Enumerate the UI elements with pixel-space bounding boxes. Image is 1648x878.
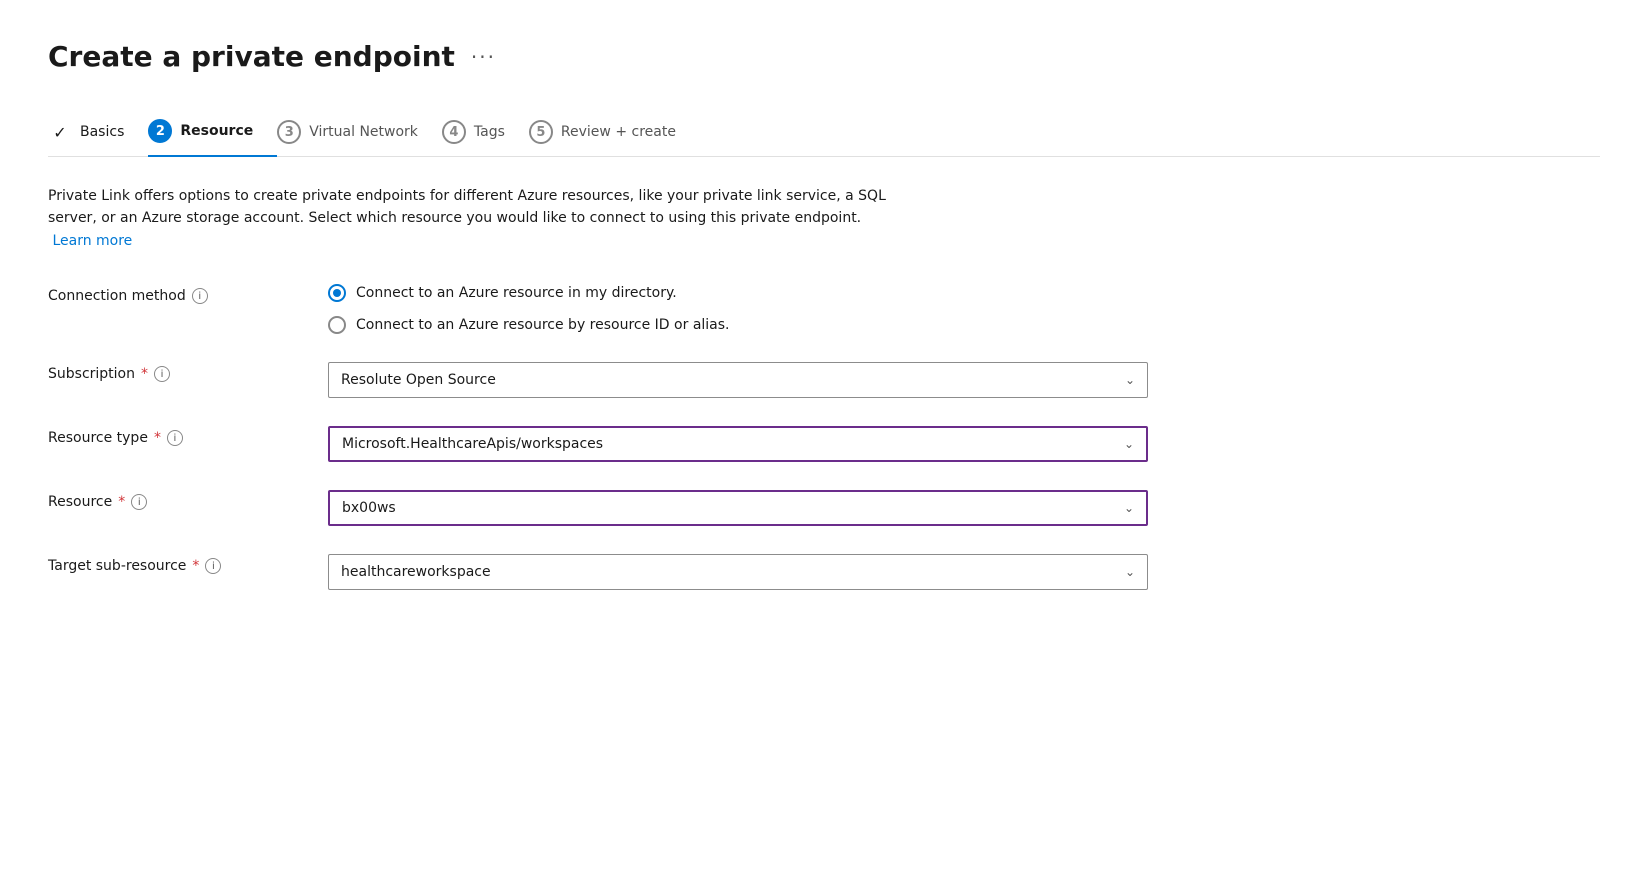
subscription-label: Subscription — [48, 366, 135, 382]
step-label-resource: Resource — [180, 123, 253, 139]
resource-type-chevron-icon: ⌄ — [1124, 437, 1134, 451]
step-badge-review-create: 5 — [529, 120, 553, 144]
step-label-basics: Basics — [80, 124, 124, 140]
radio-option-directory[interactable]: Connect to an Azure resource in my direc… — [328, 284, 1148, 302]
step-label-virtual-network: Virtual Network — [309, 124, 418, 140]
radio-option-resource-id[interactable]: Connect to an Azure resource by resource… — [328, 316, 1148, 334]
target-sub-resource-info-icon[interactable]: i — [205, 558, 221, 574]
learn-more-link[interactable]: Learn more — [52, 233, 132, 249]
subscription-chevron-icon: ⌄ — [1125, 373, 1135, 387]
target-sub-resource-row: Target sub-resource * i healthcareworksp… — [48, 554, 1148, 590]
steps-navigation: ✓ Basics 2 Resource 3 Virtual Network 4 … — [48, 109, 1600, 157]
connection-method-label-col: Connection method i — [48, 284, 328, 304]
step-tags[interactable]: 4 Tags — [442, 110, 529, 156]
resource-type-row: Resource type * i Microsoft.HealthcareAp… — [48, 426, 1148, 462]
page-title-row: Create a private endpoint ··· — [48, 40, 1600, 73]
subscription-info-icon[interactable]: i — [154, 366, 170, 382]
radio-dot-directory — [333, 289, 341, 297]
target-sub-resource-select[interactable]: healthcareworkspace ⌄ — [328, 554, 1148, 590]
resource-form: Connection method i Connect to an Azure … — [48, 284, 1148, 590]
resource-type-info-icon[interactable]: i — [167, 430, 183, 446]
step-label-review-create: Review + create — [561, 124, 676, 140]
target-sub-resource-label-col: Target sub-resource * i — [48, 554, 328, 574]
radio-label-directory: Connect to an Azure resource in my direc… — [356, 285, 677, 301]
step-basics[interactable]: ✓ Basics — [48, 110, 148, 156]
radio-circle-resource-id — [328, 316, 346, 334]
step-review-create[interactable]: 5 Review + create — [529, 110, 700, 156]
resource-type-label: Resource type — [48, 430, 148, 446]
step-label-tags: Tags — [474, 124, 505, 140]
resource-info-icon[interactable]: i — [131, 494, 147, 510]
resource-label: Resource — [48, 494, 112, 510]
target-sub-resource-required-star: * — [192, 558, 199, 574]
resource-control: bx00ws ⌄ — [328, 490, 1148, 526]
connection-method-label: Connection method — [48, 288, 186, 304]
connection-method-row: Connection method i Connect to an Azure … — [48, 284, 1148, 334]
radio-circle-directory — [328, 284, 346, 302]
target-sub-resource-chevron-icon: ⌄ — [1125, 565, 1135, 579]
resource-value: bx00ws — [342, 500, 396, 516]
connection-method-info-icon[interactable]: i — [192, 288, 208, 304]
step-resource[interactable]: 2 Resource — [148, 109, 277, 157]
step-badge-resource: 2 — [148, 119, 172, 143]
resource-type-select[interactable]: Microsoft.HealthcareApis/workspaces ⌄ — [328, 426, 1148, 462]
step-virtual-network[interactable]: 3 Virtual Network — [277, 110, 442, 156]
subscription-control: Resolute Open Source ⌄ — [328, 362, 1148, 398]
resource-type-required-star: * — [154, 430, 161, 446]
radio-label-resource-id: Connect to an Azure resource by resource… — [356, 317, 730, 333]
more-options-icon[interactable]: ··· — [471, 45, 496, 69]
subscription-row: Subscription * i Resolute Open Source ⌄ — [48, 362, 1148, 398]
resource-chevron-icon: ⌄ — [1124, 501, 1134, 515]
resource-select[interactable]: bx00ws ⌄ — [328, 490, 1148, 526]
connection-method-radio-group: Connect to an Azure resource in my direc… — [328, 284, 1148, 334]
page-description: Private Link offers options to create pr… — [48, 185, 908, 252]
subscription-value: Resolute Open Source — [341, 372, 496, 388]
target-sub-resource-control: healthcareworkspace ⌄ — [328, 554, 1148, 590]
resource-type-control: Microsoft.HealthcareApis/workspaces ⌄ — [328, 426, 1148, 462]
subscription-label-col: Subscription * i — [48, 362, 328, 382]
connection-method-control: Connect to an Azure resource in my direc… — [328, 284, 1148, 334]
subscription-select[interactable]: Resolute Open Source ⌄ — [328, 362, 1148, 398]
step-badge-tags: 4 — [442, 120, 466, 144]
resource-type-label-col: Resource type * i — [48, 426, 328, 446]
page-title: Create a private endpoint — [48, 40, 455, 73]
resource-label-col: Resource * i — [48, 490, 328, 510]
resource-row: Resource * i bx00ws ⌄ — [48, 490, 1148, 526]
step-badge-basics: ✓ — [48, 120, 72, 144]
target-sub-resource-label: Target sub-resource — [48, 558, 186, 574]
subscription-required-star: * — [141, 366, 148, 382]
resource-required-star: * — [118, 494, 125, 510]
resource-type-value: Microsoft.HealthcareApis/workspaces — [342, 436, 603, 452]
target-sub-resource-value: healthcareworkspace — [341, 564, 491, 580]
description-text: Private Link offers options to create pr… — [48, 188, 886, 226]
step-badge-virtual-network: 3 — [277, 120, 301, 144]
